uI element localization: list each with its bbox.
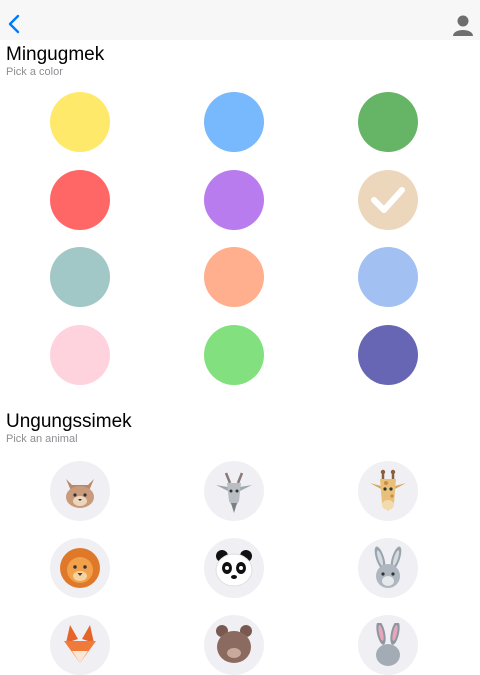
animal-avatar-button[interactable] [50,615,110,675]
animal-avatar-button[interactable] [50,538,110,598]
lion-icon [60,548,100,588]
color-swatch[interactable] [204,92,264,152]
checkmark-icon [371,187,405,213]
fox-icon [64,625,96,663]
animal-avatar-button[interactable] [358,461,418,521]
color-swatch-selected[interactable] [358,170,418,230]
animal-avatar-button[interactable] [358,538,418,598]
animal-avatar-button[interactable] [50,461,110,521]
color-swatch[interactable] [50,325,110,385]
color-swatch[interactable] [358,325,418,385]
cat-icon [66,479,94,508]
color-swatch[interactable] [204,325,264,385]
color-swatch[interactable] [50,92,110,152]
bear-icon [216,625,252,663]
back-chevron-icon[interactable] [6,12,24,36]
navigation-bar [0,0,480,40]
animal-avatar-button[interactable] [204,615,264,675]
profile-person-icon[interactable] [452,14,474,36]
goat-icon [216,472,252,513]
color-swatch[interactable] [204,247,264,307]
bunny-icon [376,623,400,666]
animal-section-title: Ungungssimek [6,411,132,432]
color-swatch[interactable] [204,170,264,230]
panda-icon [215,550,253,587]
animal-section-subtitle: Pick an animal [6,433,78,445]
rabbit-icon [374,546,402,588]
giraffe-icon [370,469,406,511]
color-swatch[interactable] [50,247,110,307]
color-swatch[interactable] [358,92,418,152]
color-swatch[interactable] [358,247,418,307]
animal-avatar-button[interactable] [204,461,264,521]
color-swatch[interactable] [50,170,110,230]
color-section-title: Mingugmek [6,44,105,65]
color-section-subtitle: Pick a color [6,66,63,78]
animal-avatar-button[interactable] [358,615,418,675]
animal-avatar-button[interactable] [204,538,264,598]
